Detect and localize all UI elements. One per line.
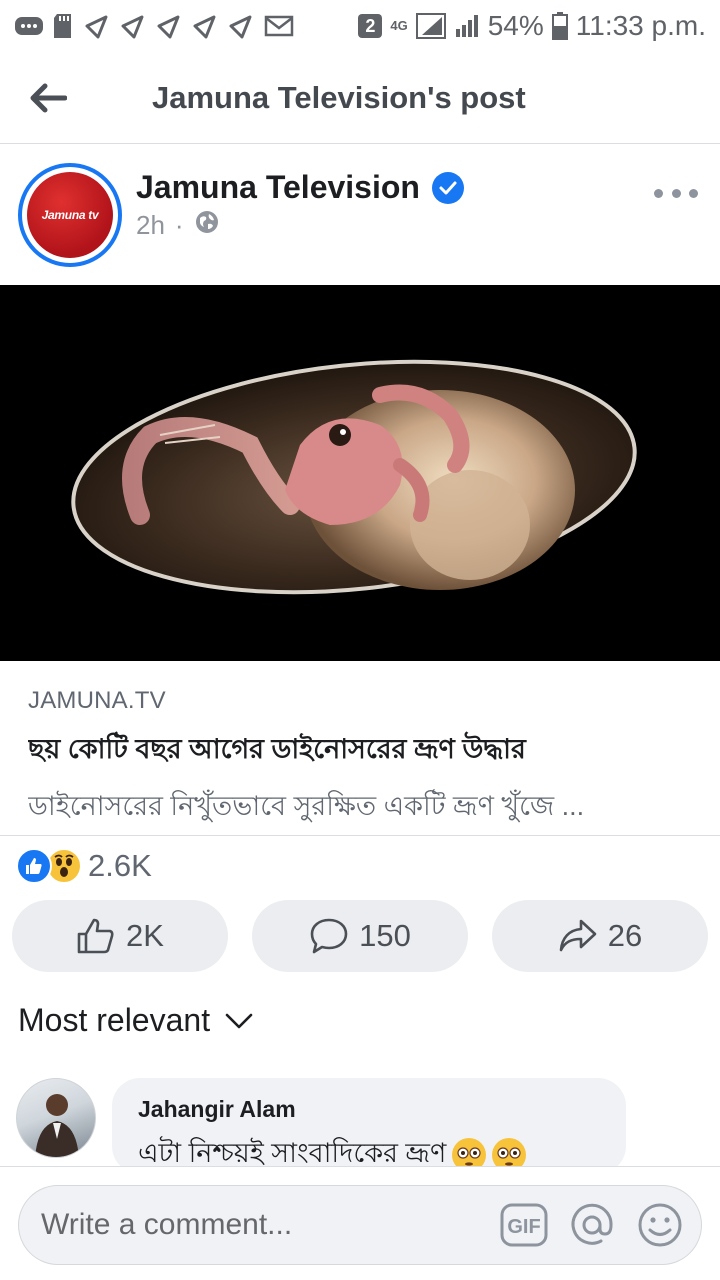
page-title: Jamuna Television's post	[152, 79, 526, 115]
like-reaction-icon	[16, 848, 52, 884]
commenter-avatar[interactable]	[16, 1078, 96, 1158]
arrow-left-icon	[30, 83, 67, 112]
like-button[interactable]: 2K	[12, 900, 228, 972]
chevron-down-icon	[225, 1013, 253, 1028]
status-bar: 2 4G 54% 11:33 p.m.	[0, 0, 720, 52]
post-image[interactable]	[0, 285, 720, 661]
post-actions: 2K 150 26	[12, 900, 708, 972]
comment-sort-dropdown[interactable]: Most relevant	[18, 1002, 254, 1039]
comment-composer: GIF	[18, 1185, 702, 1265]
comment-button[interactable]: 150	[252, 900, 468, 972]
app-notification-icon	[120, 13, 148, 39]
page-name[interactable]: Jamuna Television	[136, 169, 420, 206]
system-indicators: 2 4G 54% 11:33 p.m.	[358, 10, 706, 42]
battery-icon	[551, 12, 568, 40]
dot-icon	[654, 188, 663, 198]
comment-icon	[310, 918, 348, 954]
sort-label: Most relevant	[18, 1002, 211, 1038]
composer-icons: GIF	[499, 1200, 685, 1250]
more-options-button[interactable]	[654, 183, 698, 203]
app-header: Jamuna Television's post	[0, 52, 720, 144]
link-title: ছয় কোটি বছর আগের ডাইনোসরের ভ্রূণ উদ্ধার	[28, 734, 526, 764]
link-preview[interactable]: JAMUNA.TV ছয় কোটি বছর আগের ডাইনোসরের ভ্…	[0, 661, 720, 836]
comment-composer-bar: GIF	[0, 1166, 720, 1280]
app-notification-icon	[192, 13, 220, 39]
reactions-summary[interactable]: 2.6K	[16, 846, 152, 886]
link-domain: JAMUNA.TV	[28, 687, 166, 714]
share-button[interactable]: 26	[492, 900, 708, 972]
comment-author[interactable]: Jahangir Alam	[138, 1096, 600, 1123]
signal-icon	[454, 13, 480, 39]
battery-percent: 54%	[487, 10, 544, 41]
post-header: Jamuna tv Jamuna Television 2h ·	[0, 145, 720, 285]
sim-badge-icon: 2	[358, 14, 383, 38]
app-notification-icon	[228, 13, 256, 39]
globe-icon	[194, 209, 220, 242]
notification-icons	[14, 13, 294, 39]
comment-bubble[interactable]: Jahangir Alam এটা নিশ্চয়ই সাংবাদিকের ভ্…	[112, 1078, 626, 1174]
avatar-logo-text: Jamuna tv	[41, 208, 99, 222]
verified-badge-icon	[431, 171, 464, 204]
page-avatar[interactable]: Jamuna tv	[18, 163, 122, 267]
comment-body: এটা নিশ্চয়ই সাংবাদিকের ভ্রূণ	[138, 1138, 447, 1168]
person-photo	[35, 1094, 79, 1157]
avatar-logo: Jamuna tv	[27, 172, 113, 258]
post-meta: 2h ·	[136, 209, 220, 242]
link-description: ডাইনোসরের নিখুঁতভাবে সুরক্ষিত একটি ভ্রূণ…	[28, 791, 585, 821]
thumbs-up-icon	[77, 918, 114, 954]
share-count: 26	[607, 918, 643, 953]
post-time[interactable]: 2h	[136, 210, 165, 241]
dot-icon	[671, 188, 681, 198]
dinosaur-embryo-illustration	[0, 285, 720, 661]
back-button[interactable]	[0, 52, 96, 144]
page-name-row: Jamuna Television	[136, 169, 464, 206]
gmail-icon	[264, 14, 294, 38]
app-notification-icon	[156, 13, 184, 39]
mention-icon[interactable]	[567, 1200, 617, 1250]
emoji-icon[interactable]	[635, 1200, 685, 1250]
dot-icon	[689, 188, 698, 198]
share-icon	[559, 919, 597, 952]
gif-label: GIF	[507, 1216, 540, 1238]
comment-input[interactable]	[41, 1208, 499, 1242]
signal-icon	[415, 13, 446, 39]
like-count: 2K	[126, 918, 164, 953]
reaction-count: 2.6K	[88, 848, 152, 883]
comment-count: 150	[359, 918, 411, 953]
meta-separator: ·	[174, 210, 184, 240]
network-type-icon: 4G	[390, 18, 408, 33]
message-icon	[14, 14, 44, 38]
clock: 11:33 p.m.	[575, 10, 706, 41]
gif-icon[interactable]: GIF	[499, 1200, 549, 1250]
sd-card-icon	[52, 13, 76, 39]
app-notification-icon	[84, 13, 112, 39]
